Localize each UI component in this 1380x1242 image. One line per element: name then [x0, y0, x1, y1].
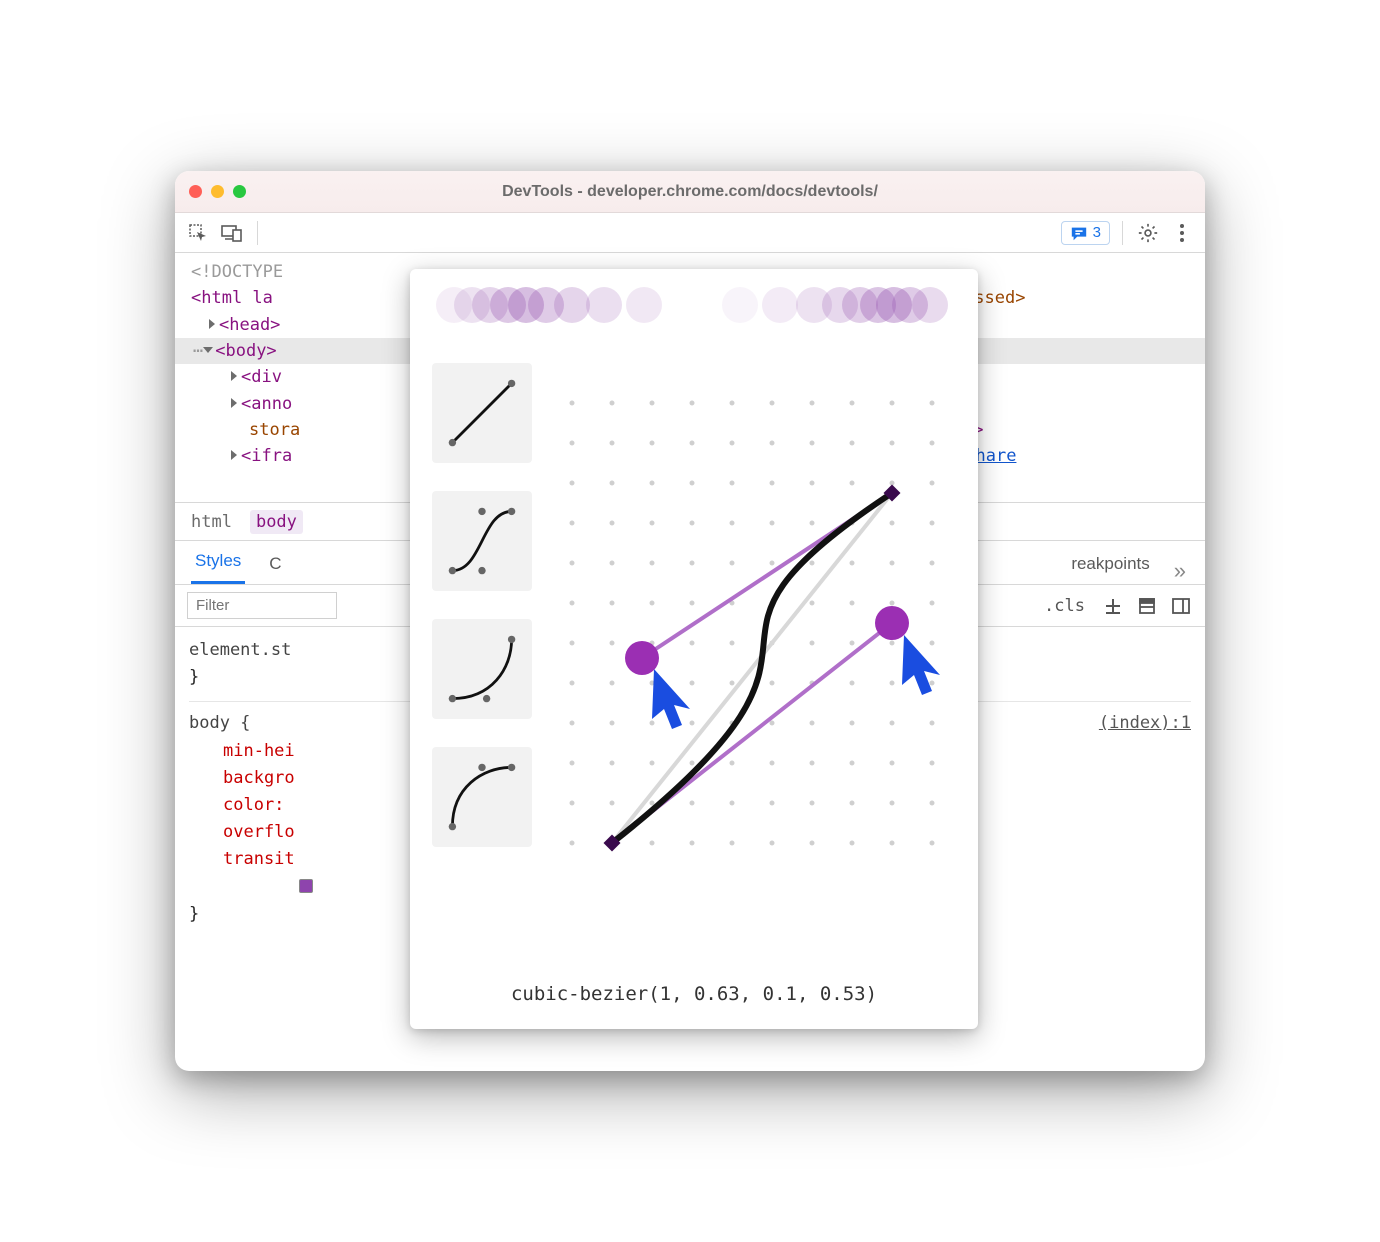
devtools-toolbar: 3 — [175, 213, 1205, 253]
titlebar-title: DevTools - developer.chrome.com/docs/dev… — [175, 183, 1205, 201]
bezier-value-label: cubic-bezier(1, 0.63, 0.1, 0.53) — [410, 967, 978, 1029]
inspect-element-icon[interactable] — [185, 220, 211, 246]
breadcrumb-item[interactable]: html — [191, 512, 232, 532]
bezier-preset-ease-in-out[interactable] — [432, 491, 532, 591]
bezier-swatch-icon[interactable] — [299, 879, 313, 893]
new-style-rule-icon[interactable] — [1101, 594, 1125, 618]
bezier-presets — [432, 353, 542, 967]
bezier-handle-p2[interactable] — [625, 641, 659, 675]
issues-count: 3 — [1093, 224, 1101, 241]
toolbar-separator — [1122, 221, 1123, 245]
bezier-editor[interactable]: cubic-bezier(1, 0.63, 0.1, 0.53) — [410, 269, 978, 1029]
issues-badge[interactable]: 3 — [1061, 221, 1110, 245]
rule-selector: body { — [189, 713, 250, 733]
kebab-menu-icon[interactable] — [1169, 220, 1195, 246]
device-toolbar-icon[interactable] — [219, 220, 245, 246]
titlebar: DevTools - developer.chrome.com/docs/dev… — [175, 171, 1205, 213]
cursor-icon — [652, 669, 690, 729]
bezier-handle-p1[interactable] — [875, 606, 909, 640]
rule-selector: element.st — [189, 640, 291, 660]
filter-input[interactable] — [187, 592, 337, 619]
bezier-preset-ease-in[interactable] — [432, 619, 532, 719]
bezier-curve-canvas[interactable] — [542, 353, 960, 967]
cursor-icon — [902, 635, 940, 695]
bezier-preview-right — [722, 283, 952, 329]
tab-styles[interactable]: Styles — [191, 543, 245, 584]
tab-breakpoints[interactable]: reakpoints — [1067, 546, 1153, 584]
devtools-window: DevTools - developer.chrome.com/docs/dev… — [175, 171, 1205, 1071]
toggle-sidebar-icon[interactable] — [1169, 594, 1193, 618]
gear-icon[interactable] — [1135, 220, 1161, 246]
bezier-preview-left — [436, 283, 666, 329]
bezier-preset-linear[interactable] — [432, 363, 532, 463]
rule-origin[interactable]: (index):1 — [1099, 710, 1191, 737]
toolbar-separator — [257, 221, 258, 245]
bezier-preview-track — [410, 283, 978, 343]
bezier-preset-ease-out[interactable] — [432, 747, 532, 847]
computed-styles-icon[interactable] — [1135, 594, 1159, 618]
cls-toggle[interactable]: .cls — [1038, 594, 1091, 618]
breadcrumb-item[interactable]: body — [250, 510, 303, 534]
tab-computed[interactable]: C — [265, 546, 285, 584]
more-tabs-icon[interactable]: » — [1174, 558, 1189, 584]
